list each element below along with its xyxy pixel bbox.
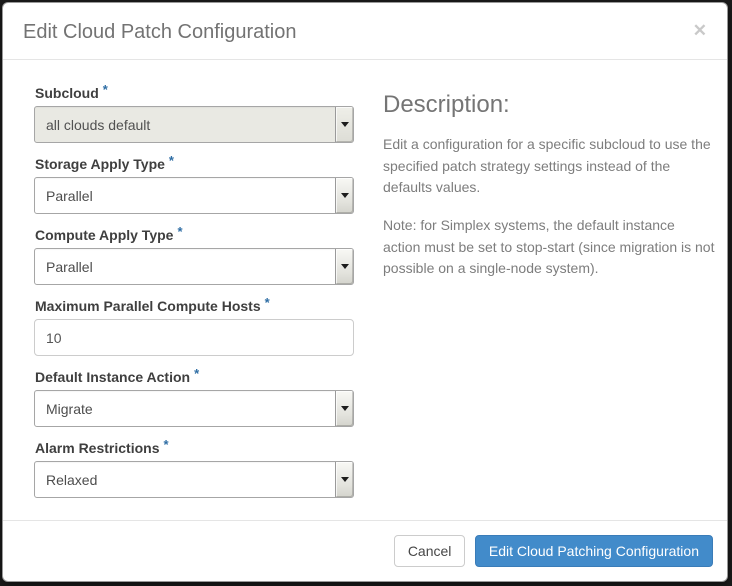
chevron-down-icon (340, 122, 349, 127)
max-parallel-compute-hosts-label: Maximum Parallel Compute Hosts * (35, 295, 270, 314)
dialog-footer: Cancel Edit Cloud Patching Configuration (3, 520, 727, 581)
select-arrow-strip (335, 178, 353, 213)
cancel-button[interactable]: Cancel (393, 535, 466, 567)
compute-apply-type-select-value: Parallel (46, 258, 93, 275)
required-asterisk: * (163, 437, 169, 452)
subcloud-label: Subcloud * (35, 82, 108, 101)
default-instance-action-label: Default Instance Action * (35, 366, 200, 385)
storage-apply-type-select[interactable]: Parallel (34, 177, 354, 214)
storage-apply-type-label: Storage Apply Type * (35, 153, 174, 172)
compute-apply-type-select[interactable]: Parallel (34, 248, 354, 285)
required-asterisk: * (194, 366, 200, 381)
dialog-title: Edit Cloud Patch Configuration (23, 21, 297, 43)
required-asterisk: * (264, 295, 270, 310)
alarm-restrictions-select-value: Relaxed (46, 471, 98, 488)
chevron-down-icon (340, 406, 349, 411)
description-column: Description: Edit a configuration for a … (383, 85, 715, 511)
description-heading: Description: (383, 91, 510, 118)
description-note-paragraph: Note: for Simplex systems, the default i… (383, 217, 715, 277)
dialog-body: Subcloud * all clouds default Storage App… (3, 60, 727, 511)
subcloud-select[interactable]: all clouds default (34, 106, 354, 143)
submit-button[interactable]: Edit Cloud Patching Configuration (474, 535, 713, 567)
field-compute-apply-type: Compute Apply Type * Parallel (34, 224, 354, 285)
required-asterisk: * (168, 153, 174, 168)
alarm-restrictions-label: Alarm Restrictions * (35, 437, 169, 456)
select-arrow-strip (335, 462, 353, 497)
chevron-down-icon (340, 264, 349, 269)
subcloud-select-value: all clouds default (46, 116, 151, 133)
required-asterisk: * (177, 224, 183, 239)
description-paragraph: Edit a configuration for a specific subc… (383, 136, 711, 196)
default-instance-action-select[interactable]: Migrate (34, 390, 354, 427)
edit-cloud-patch-configuration-dialog: ✕ Edit Cloud Patch Configuration Subclou… (2, 2, 728, 582)
field-alarm-restrictions: Alarm Restrictions * Relaxed (34, 437, 354, 498)
field-max-parallel-compute-hosts: Maximum Parallel Compute Hosts * (34, 295, 354, 356)
storage-apply-type-select-value: Parallel (46, 187, 93, 204)
form-column: Subcloud * all clouds default Storage App… (34, 82, 354, 511)
select-arrow-strip (335, 107, 353, 142)
compute-apply-type-label: Compute Apply Type * (35, 224, 183, 243)
select-arrow-strip (335, 249, 353, 284)
select-arrow-strip (335, 391, 353, 426)
required-asterisk: * (102, 82, 108, 97)
alarm-restrictions-select[interactable]: Relaxed (34, 461, 354, 498)
field-storage-apply-type: Storage Apply Type * Parallel (34, 153, 354, 214)
default-instance-action-select-value: Migrate (46, 400, 93, 417)
chevron-down-icon (340, 477, 349, 482)
field-default-instance-action: Default Instance Action * Migrate (34, 366, 354, 427)
field-subcloud: Subcloud * all clouds default (34, 82, 354, 143)
close-icon[interactable]: ✕ (693, 19, 707, 43)
max-parallel-compute-hosts-input[interactable] (34, 319, 354, 356)
chevron-down-icon (340, 193, 349, 198)
dialog-header: ✕ Edit Cloud Patch Configuration (3, 3, 727, 60)
